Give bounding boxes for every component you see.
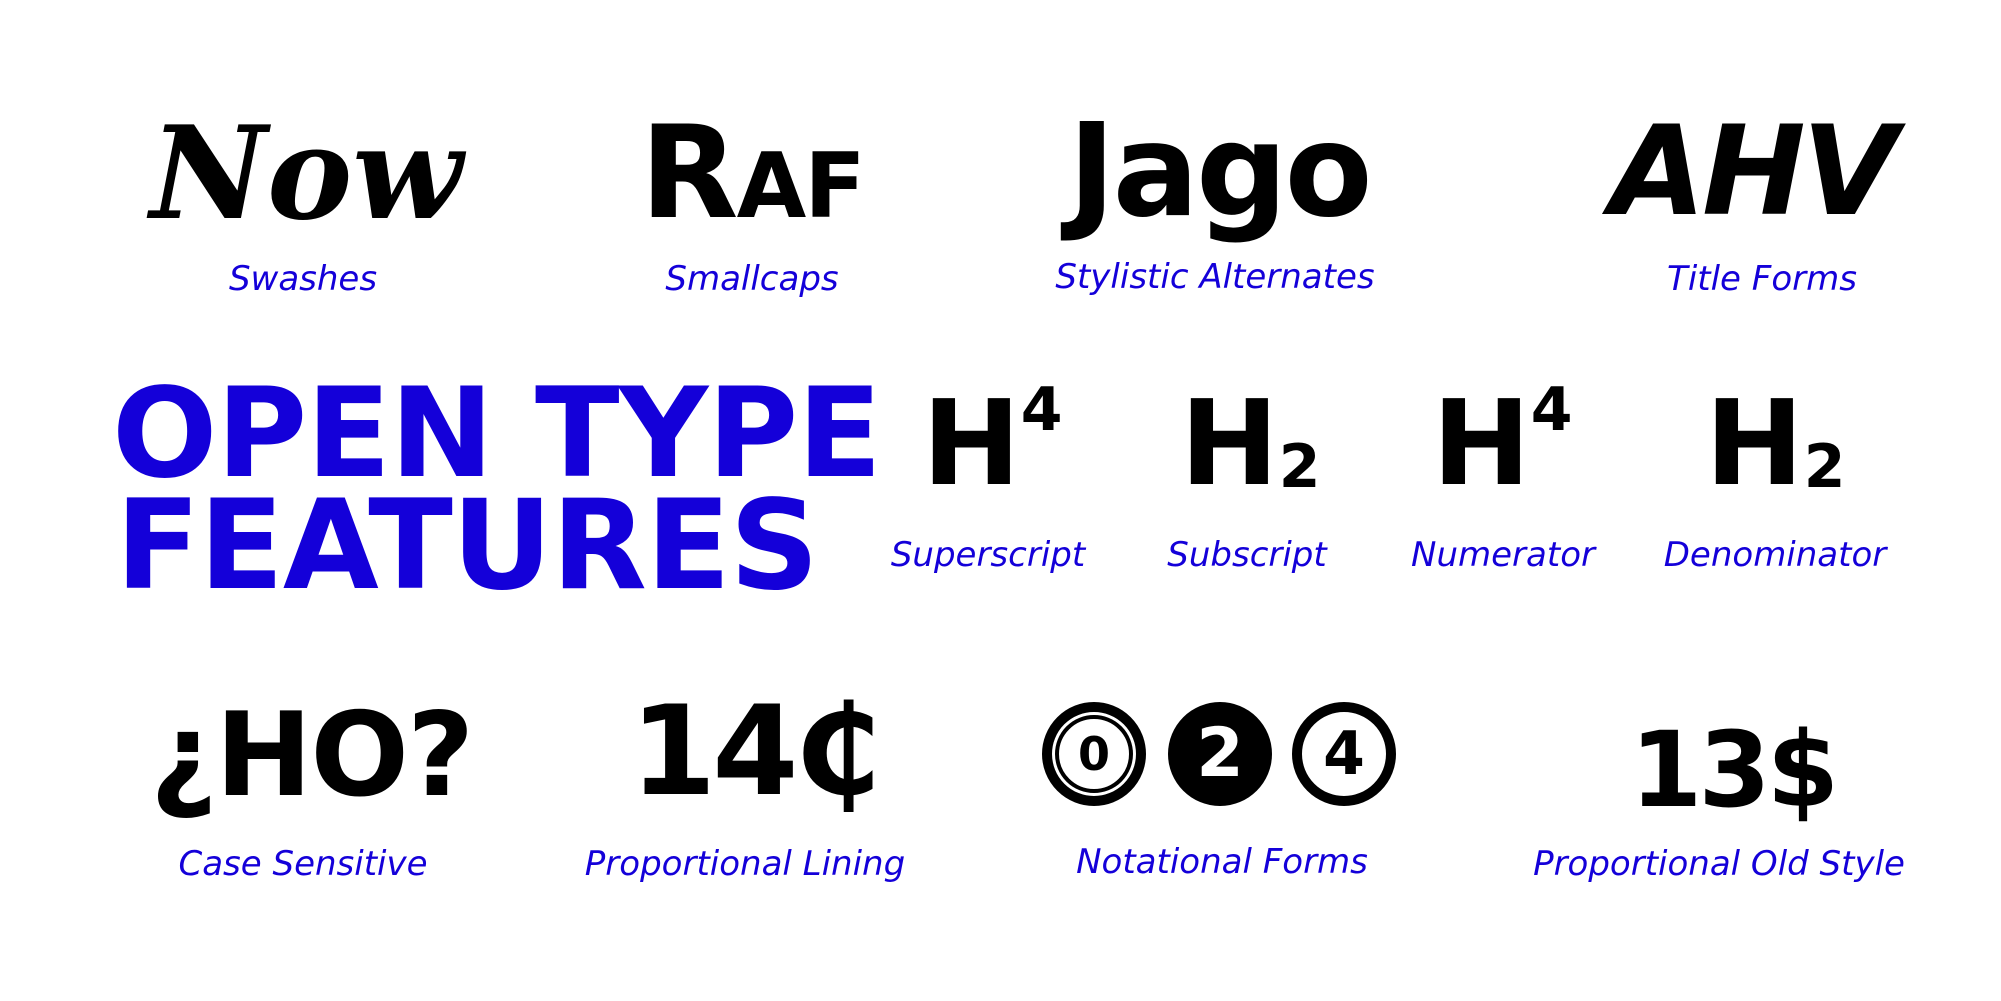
open-type-features-headline: OPEN TYPE FEATURES (112, 372, 882, 618)
circled-zero-icon: 0 (1042, 702, 1146, 806)
notational-forms-caption: Notational Forms (1076, 842, 1368, 882)
denominator-base: H (1705, 374, 1804, 512)
notational-forms-sample: 0 2 4 (1042, 702, 1400, 812)
denominator-sample: H2 (1705, 384, 1846, 502)
proportional-lining-sample: 14₵ (630, 680, 881, 824)
numerator-base: H (1432, 374, 1531, 512)
superscript-mark: 4 (1020, 375, 1063, 445)
superscript-sample: H4 (922, 380, 1063, 502)
filled-circled-two-digit: 2 (1196, 714, 1244, 793)
subscript-sample: H2 (1180, 384, 1321, 502)
denominator-caption: Denominator (1663, 535, 1887, 575)
stylistic-alternates-caption: Stylistic Alternates (1055, 257, 1375, 297)
smallcaps-sample: Raf (640, 99, 866, 248)
numerator-mark: 4 (1530, 375, 1573, 445)
filled-circled-two-icon: 2 (1168, 702, 1272, 806)
proportional-lining-caption: Proportional Lining (584, 844, 906, 884)
numerator-sample: H4 (1432, 380, 1573, 502)
stylistic-alternates-sample: Jago (1068, 97, 1373, 246)
superscript-base: H (922, 374, 1021, 512)
smallcaps-caption: Smallcaps (665, 259, 839, 299)
swashes-caption: Swashes (228, 259, 378, 299)
case-sensitive-sample: ¿HO? (150, 688, 474, 823)
circled-four-digit: 4 (1323, 719, 1365, 789)
proportional-old-style-sample: 13$ (1630, 709, 1839, 831)
subscript-base: H (1180, 374, 1279, 512)
circled-zero-inner-ring: 0 (1055, 715, 1133, 793)
case-sensitive-caption: Case Sensitive (178, 844, 428, 884)
title-forms-sample: AHV (1610, 100, 1898, 244)
circled-four-icon: 4 (1292, 702, 1396, 806)
proportional-old-style-caption: Proportional Old Style (1533, 844, 1905, 884)
title-forms-caption: Title Forms (1667, 259, 1857, 299)
subscript-caption: Subscript (1167, 535, 1327, 575)
swash-sample: Now (150, 99, 463, 249)
denominator-mark: 2 (1803, 432, 1846, 502)
subscript-mark: 2 (1278, 432, 1321, 502)
circled-zero-digit: 0 (1077, 727, 1110, 781)
numerator-caption: Numerator (1411, 535, 1595, 575)
superscript-caption: Superscript (890, 535, 1086, 575)
headline-line-2: FEATURES (115, 474, 819, 618)
